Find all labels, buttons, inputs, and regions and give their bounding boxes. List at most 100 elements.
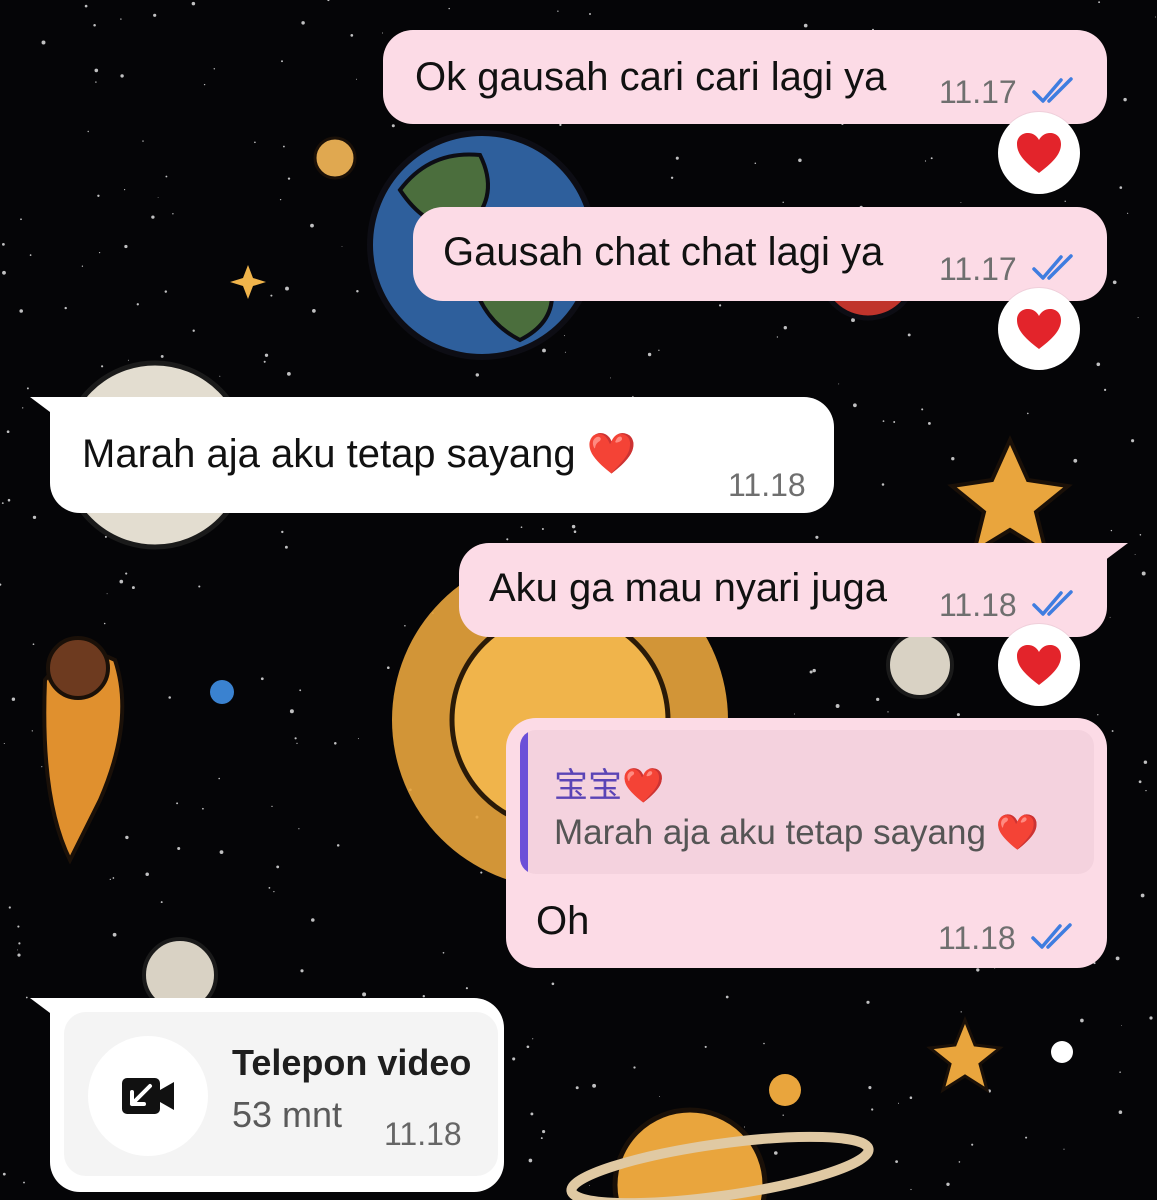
quoted-message[interactable]: 宝宝❤️ Marah aja aku tetap sayang ❤️ [520, 730, 1094, 874]
star-dot [127, 359, 129, 361]
star-dot [853, 403, 857, 408]
star-dot [172, 213, 174, 215]
star-dot [287, 372, 291, 376]
star-dot [131, 586, 135, 590]
star-dot [41, 766, 43, 768]
star-dot [1064, 200, 1066, 202]
heart-icon [1017, 645, 1061, 685]
star-dot [1140, 893, 1145, 898]
star-dot [191, 1, 196, 6]
star-dot [404, 624, 406, 627]
star-dot [213, 68, 216, 70]
star-dot [18, 942, 21, 945]
star-dot [793, 713, 795, 715]
star-dot [1111, 730, 1114, 732]
outgoing-reply-message[interactable]: 宝宝❤️ Marah aja aku tetap sayang ❤️ Oh 11… [506, 718, 1107, 968]
message-time: 11.18 [728, 467, 806, 503]
star-dot [868, 1086, 872, 1090]
star-dot [551, 982, 555, 986]
outgoing-message[interactable]: Gausah chat chat lagi ya 11.17 [413, 207, 1107, 301]
outgoing-message[interactable]: Ok gausah cari cari lagi ya 11.17 [383, 30, 1107, 124]
star-dot [136, 303, 139, 306]
quote-sender-name: 宝宝❤️ [554, 767, 665, 805]
star-dot [960, 1011, 962, 1013]
star-dot [542, 1130, 546, 1134]
star-dot [1154, 16, 1156, 18]
star-dot [882, 420, 885, 422]
video-call-icon [122, 1078, 174, 1114]
star-dot [22, 407, 24, 409]
star-dot [866, 1000, 870, 1004]
star-dot [260, 677, 264, 681]
star-dot [704, 1045, 707, 1048]
star-dot [976, 968, 980, 972]
star-dot [838, 383, 840, 385]
star-dot [334, 742, 337, 745]
star-dot [298, 828, 300, 830]
star-dot [442, 951, 445, 954]
star-dot [289, 709, 294, 714]
reaction-badge[interactable] [998, 112, 1080, 194]
star-dot [512, 1057, 516, 1061]
star-dot [927, 421, 931, 425]
message-text: Marah aja aku tetap sayang ❤️ [82, 432, 637, 476]
star-dot [1025, 1136, 1028, 1139]
star-dot [946, 1182, 950, 1186]
message-text: Ok gausah cari cari lagi ya [415, 55, 887, 99]
message-time: 11.18 [939, 587, 1017, 623]
star-dot [725, 995, 729, 999]
star-dot [264, 353, 269, 357]
star-dot [1139, 534, 1142, 536]
star-dot [1141, 571, 1146, 576]
message-time: 11.17 [939, 251, 1017, 287]
star-dot [125, 835, 129, 840]
star-dot [1138, 780, 1142, 784]
star-dot [573, 530, 577, 533]
star-dot [219, 850, 224, 854]
double-check-icon [1032, 77, 1073, 103]
incoming-call-message[interactable]: Telepon video 53 mnt 11.18 [50, 998, 504, 1192]
star-dot [1110, 529, 1113, 532]
star-dot [563, 335, 565, 337]
outgoing-message[interactable]: Aku ga mau nyari juga 11.18 [459, 543, 1107, 637]
star-dot [81, 265, 84, 267]
star-dot [575, 1086, 579, 1090]
reaction-badge[interactable] [998, 288, 1080, 370]
star-dot [104, 535, 107, 538]
reaction-badge[interactable] [998, 624, 1080, 706]
star-dot [480, 871, 483, 874]
star-dot [312, 309, 316, 313]
star-dot [101, 365, 104, 368]
star-dot [263, 360, 266, 363]
star-dot [475, 373, 480, 377]
star-dot [633, 1066, 636, 1069]
star-dot [783, 326, 787, 330]
star-dot [1098, 1, 1101, 4]
star-dot [1145, 789, 1147, 792]
star-dot [382, 32, 383, 34]
star-dot [362, 992, 367, 997]
double-check-icon [1032, 254, 1073, 280]
star-dot [893, 421, 896, 423]
call-card[interactable]: Telepon video 53 mnt 11.18 [64, 1012, 498, 1176]
star-dot [84, 4, 88, 8]
star-dot [930, 157, 933, 160]
star-dot [1096, 362, 1101, 367]
star-dot [782, 201, 784, 204]
star-dot [1112, 280, 1117, 285]
incoming-message[interactable]: Marah aja aku tetap sayang ❤️ 11.18 [50, 397, 834, 513]
star-dot [11, 697, 16, 701]
star-dot [1073, 458, 1078, 463]
star-dot [157, 197, 159, 198]
star-dot [465, 987, 468, 990]
star-dot [956, 713, 960, 717]
star-dot [1143, 760, 1148, 764]
star-dot [299, 689, 302, 692]
star-dot [647, 352, 652, 357]
star-dot [754, 162, 757, 164]
star-dot [391, 124, 395, 128]
star-dot [774, 1151, 778, 1155]
call-title: Telepon video [232, 1042, 472, 1083]
star-dot [897, 1102, 900, 1104]
star-dot [357, 738, 359, 740]
